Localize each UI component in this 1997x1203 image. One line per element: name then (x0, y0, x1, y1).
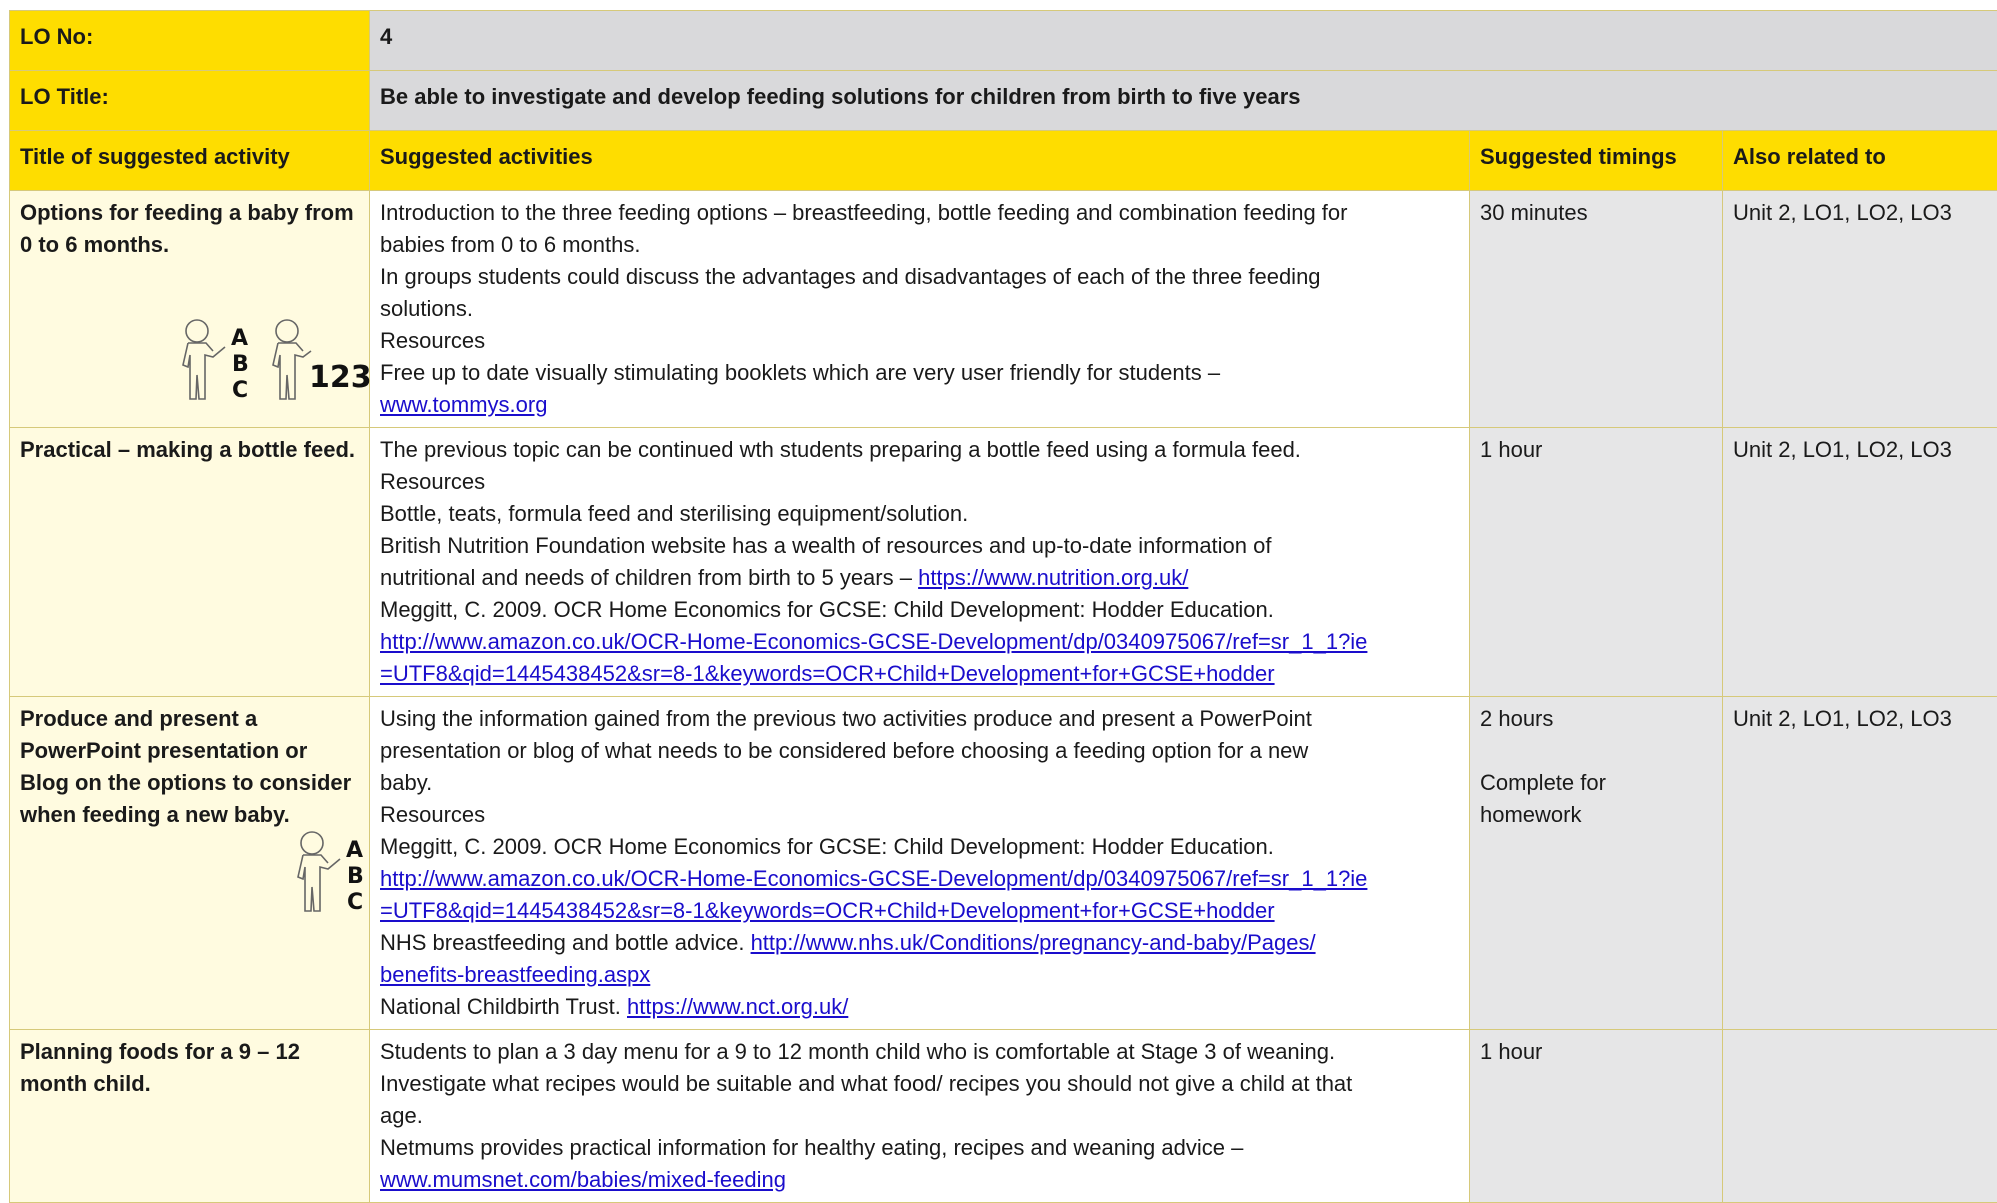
activity-title: Produce and present a PowerPoint present… (20, 706, 351, 827)
lo-number-row: LO No: 4 (10, 11, 1997, 71)
lo-number-label: LO No: (10, 11, 370, 71)
activity-title-cell: Options for feeding a baby from 0 to 6 m… (10, 191, 370, 428)
activity-title-cell: Produce and present a PowerPoint present… (10, 697, 370, 1030)
description-line: age. (380, 1100, 1459, 1132)
table-row: Options for feeding a baby from 0 to 6 m… (10, 191, 1997, 428)
svg-text:A: A (231, 326, 248, 351)
related-cell: Unit 2, LO1, LO2, LO3 (1723, 428, 1997, 697)
svg-text:123: 123 (309, 360, 372, 395)
lo-title-label: LO Title: (10, 71, 370, 131)
timing-value: 2 hours (1480, 703, 1712, 735)
description-line: Meggitt, C. 2009. OCR Home Economics for… (380, 831, 1459, 863)
teacher-abc-123-icon: A B C 123 (175, 317, 375, 403)
resources-heading: Resources (380, 799, 1459, 831)
description-line: Bottle, teats, formula feed and sterilis… (380, 498, 1459, 530)
lo-title-row: LO Title: Be able to investigate and dev… (10, 71, 1997, 131)
description-line: British Nutrition Foundation website has… (380, 530, 1459, 562)
activity-title: Planning foods for a 9 – 12 month child. (20, 1039, 300, 1096)
amazon-link[interactable]: http://www.amazon.co.uk/OCR-Home-Economi… (380, 863, 1459, 895)
nutrition-link[interactable]: https://www.nutrition.org.uk/ (918, 565, 1188, 590)
nhs-link[interactable]: http://www.nhs.uk/Conditions/pregnancy-a… (751, 930, 1316, 955)
column-header-row: Title of suggested activity Suggested ac… (10, 131, 1997, 191)
activity-title-cell: Planning foods for a 9 – 12 month child. (10, 1030, 370, 1203)
timing-note: Complete for homework (1480, 767, 1680, 831)
activity-title: Options for feeding a baby from 0 to 6 m… (20, 200, 354, 257)
description-line: solutions. (380, 293, 1459, 325)
lo-number-value: 4 (370, 11, 1997, 71)
activity-description-cell: Using the information gained from the pr… (370, 697, 1470, 1030)
amazon-link[interactable]: http://www.amazon.co.uk/OCR-Home-Economi… (380, 626, 1459, 658)
resources-heading: Resources (380, 466, 1459, 498)
column-header-activities: Suggested activities (370, 131, 1470, 191)
description-line: presentation or blog of what needs to be… (380, 735, 1459, 767)
lesson-plan-sheet: LO No: 4 LO Title: Be able to investigat… (9, 10, 1997, 1203)
svg-text:A: A (346, 838, 363, 863)
related-cell (1723, 1030, 1997, 1203)
table-row: Practical – making a bottle feed. The pr… (10, 428, 1997, 697)
description-line: Students to plan a 3 day menu for a 9 to… (380, 1036, 1459, 1068)
table-row: Produce and present a PowerPoint present… (10, 697, 1997, 1030)
nct-link[interactable]: https://www.nct.org.uk/ (627, 994, 848, 1019)
amazon-link-continued[interactable]: =UTF8&qid=1445438452&sr=8-1&keywords=OCR… (380, 895, 1459, 927)
description-line: Introduction to the three feeding option… (380, 197, 1459, 229)
column-header-timings: Suggested timings (1470, 131, 1723, 191)
description-line: Using the information gained from the pr… (380, 703, 1459, 735)
timing-cell: 1 hour (1470, 1030, 1723, 1203)
lo-title-value: Be able to investigate and develop feedi… (370, 71, 1997, 131)
nhs-link-continued[interactable]: benefits-breastfeeding.aspx (380, 959, 1459, 991)
activity-description-cell: Students to plan a 3 day menu for a 9 to… (370, 1030, 1470, 1203)
lesson-plan-table: LO No: 4 LO Title: Be able to investigat… (9, 10, 1997, 1203)
timing-cell: 1 hour (1470, 428, 1723, 697)
timing-cell: 2 hours Complete for homework (1470, 697, 1723, 1030)
svg-text:B: B (232, 352, 249, 377)
description-line: Netmums provides practical information f… (380, 1132, 1459, 1164)
svg-text:C: C (232, 378, 248, 403)
activity-description-cell: Introduction to the three feeding option… (370, 191, 1470, 428)
amazon-link-continued[interactable]: =UTF8&qid=1445438452&sr=8-1&keywords=OCR… (380, 658, 1459, 690)
description-line: The previous topic can be continued wth … (380, 434, 1459, 466)
description-line: Investigate what recipes would be suitab… (380, 1068, 1459, 1100)
activity-title-cell: Practical – making a bottle feed. (10, 428, 370, 697)
description-line: baby. (380, 767, 1459, 799)
column-header-title: Title of suggested activity (10, 131, 370, 191)
related-cell: Unit 2, LO1, LO2, LO3 (1723, 697, 1997, 1030)
related-cell: Unit 2, LO1, LO2, LO3 (1723, 191, 1997, 428)
description-line: Free up to date visually stimulating boo… (380, 357, 1459, 389)
description-line: nutritional and needs of children from b… (380, 562, 1459, 594)
description-line: babies from 0 to 6 months. (380, 229, 1459, 261)
svg-text:B: B (347, 864, 364, 889)
svg-text:C: C (347, 890, 363, 915)
teacher-abc-icon: A B C (290, 829, 370, 919)
mumsnet-link[interactable]: www.mumsnet.com/babies/mixed-feeding (380, 1164, 1459, 1196)
timing-cell: 30 minutes (1470, 191, 1723, 428)
activity-title: Practical – making a bottle feed. (20, 437, 355, 462)
resources-heading: Resources (380, 325, 1459, 357)
description-line: In groups students could discuss the adv… (380, 261, 1459, 293)
tommys-link[interactable]: www.tommys.org (380, 389, 1459, 421)
column-header-related: Also related to (1723, 131, 1997, 191)
description-line: NHS breastfeeding and bottle advice. htt… (380, 927, 1459, 959)
activity-description-cell: The previous topic can be continued wth … (370, 428, 1470, 697)
table-row: Planning foods for a 9 – 12 month child.… (10, 1030, 1997, 1203)
description-line: Meggitt, C. 2009. OCR Home Economics for… (380, 594, 1459, 626)
description-line: National Childbirth Trust. https://www.n… (380, 991, 1459, 1023)
